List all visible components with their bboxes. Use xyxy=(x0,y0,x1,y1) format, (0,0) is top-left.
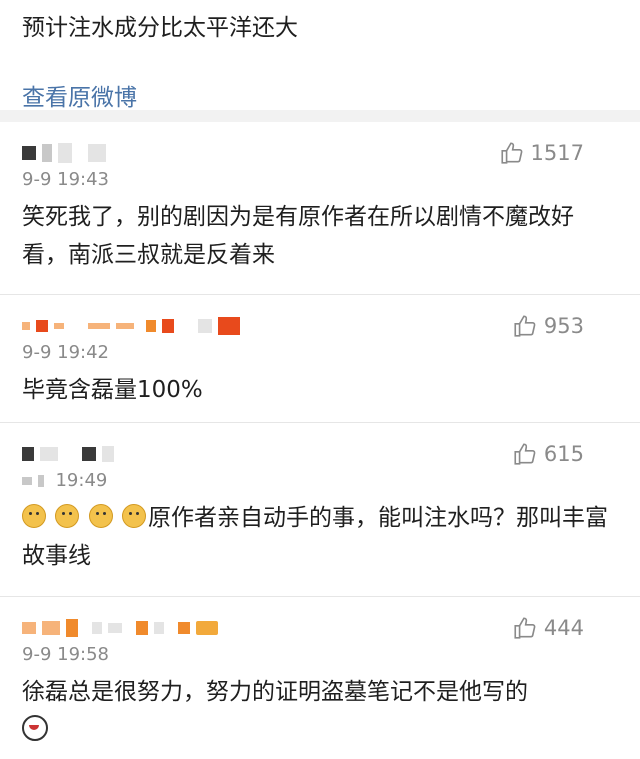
comment-text: 毕竟含磊量100% xyxy=(22,377,203,403)
thumbs-up-icon xyxy=(500,142,522,164)
view-original-link[interactable]: 查看原微博 xyxy=(22,78,137,112)
doge-emoji-icon xyxy=(88,504,113,528)
comment-time-text: 19:49 xyxy=(55,470,108,491)
thumbs-up-icon xyxy=(514,443,536,465)
comment-text: 原作者亲自动手的事，能叫注水吗？那叫丰富故事线 xyxy=(22,499,618,575)
comment-time: 19:49 xyxy=(22,469,618,493)
like-count: 1517 xyxy=(530,141,584,165)
comment-list: 1517 9-9 19:43 笑死我了，别的剧因为是有原作者在所以剧情不魔改好看… xyxy=(0,122,640,759)
like-button[interactable]: 444 xyxy=(512,615,584,641)
thumbs-up-icon xyxy=(514,315,536,337)
comment-text: 徐磊总是很努力，努力的证明盗墓笔记不是他写的 xyxy=(22,679,528,705)
post-text: 预计注水成分比太平洋还大 xyxy=(22,15,298,41)
like-count: 444 xyxy=(543,616,584,640)
doge-emoji-icon xyxy=(22,504,46,528)
comment-time: 9-9 19:43 xyxy=(22,169,109,190)
like-button[interactable]: 1517 xyxy=(499,140,584,166)
husky-emoji-icon xyxy=(22,715,48,741)
post: 预计注水成分比太平洋还大 查看原微博 xyxy=(0,0,640,112)
comment-time: 9-9 19:42 xyxy=(22,342,109,363)
comment-item: 1517 9-9 19:43 笑死我了，别的剧因为是有原作者在所以剧情不魔改好看… xyxy=(0,122,640,295)
comment-header: 1517 xyxy=(22,140,618,168)
like-count: 615 xyxy=(543,442,584,466)
comment-time: 9-9 19:58 xyxy=(22,644,109,665)
comment-header: 615 xyxy=(22,441,618,469)
comment-text: 笑死我了，别的剧因为是有原作者在所以剧情不魔改好看，南派三叔就是反着来 xyxy=(22,204,574,268)
thumbs-up-icon xyxy=(514,617,536,639)
comment-header: 444 xyxy=(22,615,618,643)
comment-item: 615 19:49 原作者亲自动手的事，能叫注水吗？那叫丰富故事线 xyxy=(0,423,640,597)
like-button[interactable]: 615 xyxy=(512,441,584,467)
like-count: 953 xyxy=(543,314,584,338)
comment-header: 953 xyxy=(22,313,618,341)
comment-item: 444 9-9 19:58 徐磊总是很努力，努力的证明盗墓笔记不是他写的 xyxy=(0,597,640,759)
doge-emoji-icon xyxy=(55,504,80,528)
member-badge-icon xyxy=(196,621,218,635)
doge-emoji-icon xyxy=(121,504,146,528)
comment-item: 953 9-9 19:42 毕竟含磊量100% xyxy=(0,295,640,423)
like-button[interactable]: 953 xyxy=(512,313,584,339)
